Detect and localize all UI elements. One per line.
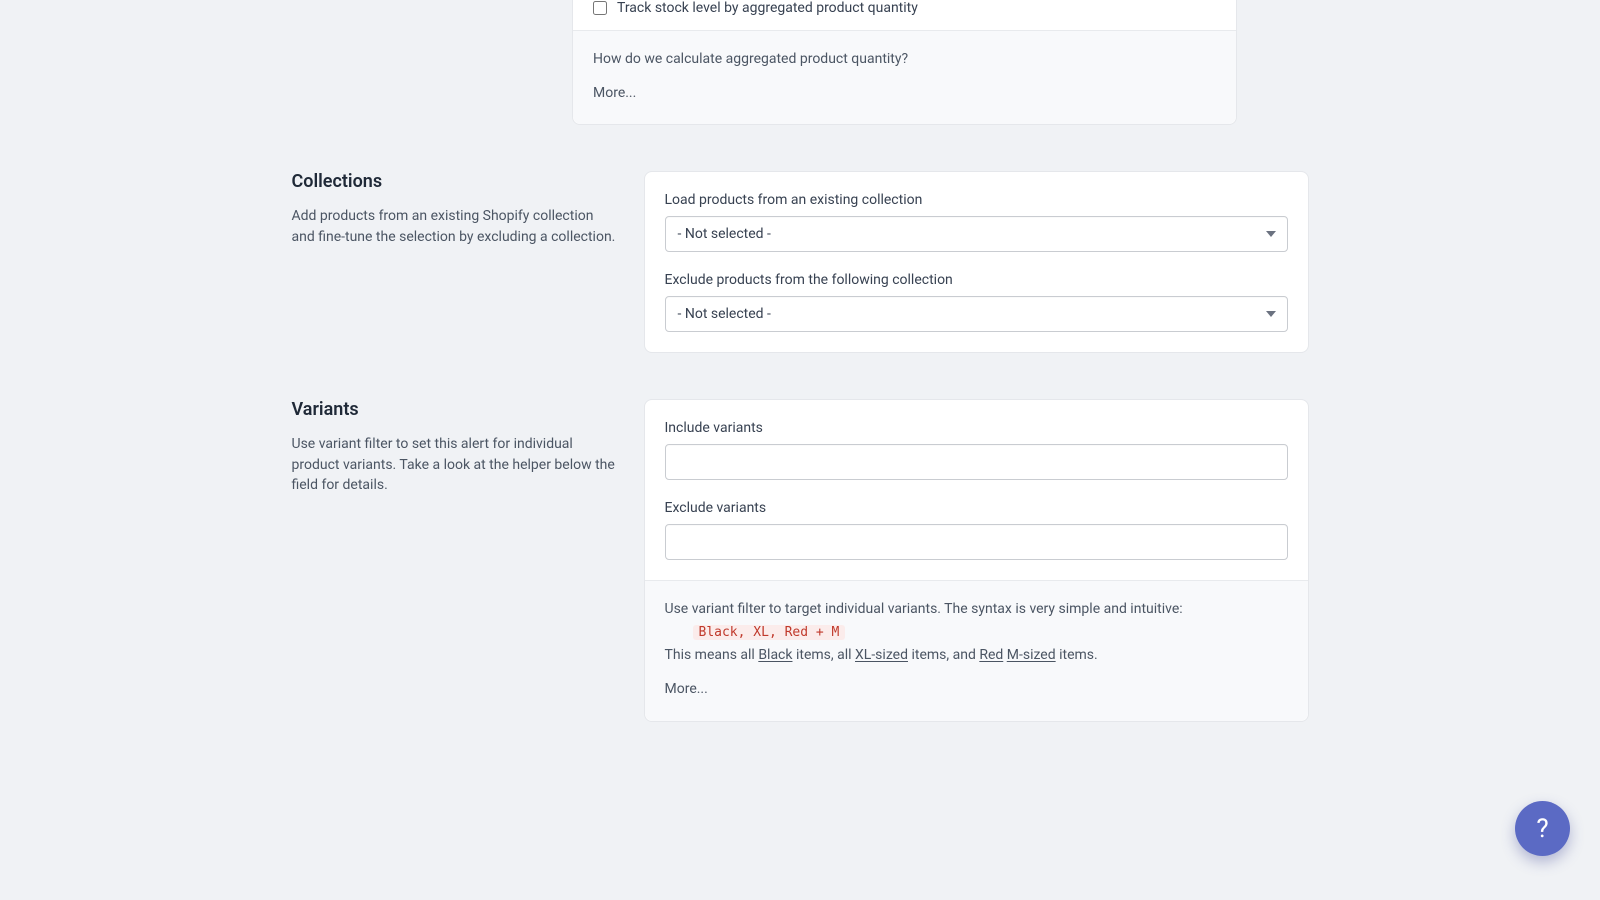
section-gap-2 xyxy=(0,353,1600,399)
stock-footer-question: How do we calculate aggregated product q… xyxy=(593,49,1216,71)
collections-description: Add products from an existing Shopify co… xyxy=(292,206,620,247)
question-icon: ? xyxy=(1536,814,1548,844)
stock-card: Track stock level by aggregated product … xyxy=(572,0,1237,125)
explain-suffix: items. xyxy=(1056,647,1098,663)
exclude-collection-select[interactable]: - Not selected - xyxy=(665,296,1288,332)
variants-section: Variants Use variant filter to set this … xyxy=(292,399,1309,721)
explain-mid2: items, and xyxy=(908,647,979,663)
term-xl: XL-sized xyxy=(855,647,908,663)
collections-heading: Collections xyxy=(292,171,620,192)
variants-description: Use variant filter to set this alert for… xyxy=(292,434,620,495)
collections-section: Collections Add products from an existin… xyxy=(292,171,1309,353)
section-gap-1 xyxy=(0,125,1600,171)
exclude-collection-label: Exclude products from the following coll… xyxy=(665,272,1288,288)
help-button[interactable]: ? xyxy=(1515,801,1570,856)
term-black: Black xyxy=(758,647,792,663)
load-collection-select-wrap: - Not selected - xyxy=(665,216,1288,252)
exclude-collection-value: - Not selected - xyxy=(678,306,771,322)
page-root: Track stock level by aggregated product … xyxy=(0,0,1600,802)
load-collection-value: - Not selected - xyxy=(678,226,771,242)
term-red: Red xyxy=(979,647,1003,663)
variants-footer-code-row: Black, XL, Red + M xyxy=(665,623,1288,643)
collections-card: Load products from an existing collectio… xyxy=(644,171,1309,353)
load-collection-label: Load products from an existing collectio… xyxy=(665,192,1288,208)
variants-footer-explain: This means all Black items, all XL-sized… xyxy=(665,645,1288,667)
exclude-variants-label: Exclude variants xyxy=(665,500,1288,516)
track-stock-checkbox[interactable] xyxy=(593,1,607,15)
stock-card-footer: How do we calculate aggregated product q… xyxy=(573,30,1236,124)
track-stock-label: Track stock level by aggregated product … xyxy=(617,0,918,16)
variants-more-link[interactable]: More... xyxy=(665,679,708,701)
variants-card: Include variants Exclude variants Use va… xyxy=(644,399,1309,721)
variants-card-footer: Use variant filter to target individual … xyxy=(645,580,1308,720)
include-variants-label: Include variants xyxy=(665,420,1288,436)
exclude-collection-select-wrap: - Not selected - xyxy=(665,296,1288,332)
variants-footer-intro: Use variant filter to target individual … xyxy=(665,599,1288,621)
collections-side: Collections Add products from an existin… xyxy=(292,171,644,353)
collections-card-body: Load products from an existing collectio… xyxy=(645,172,1308,352)
stock-more-link[interactable]: More... xyxy=(593,83,636,105)
include-variants-input[interactable] xyxy=(665,444,1288,480)
load-collection-select[interactable]: - Not selected - xyxy=(665,216,1288,252)
variants-heading: Variants xyxy=(292,399,620,420)
term-m: M-sized xyxy=(1007,647,1056,663)
track-stock-row[interactable]: Track stock level by aggregated product … xyxy=(593,0,1216,16)
variants-card-body: Include variants Exclude variants xyxy=(645,400,1308,580)
stock-card-body: Track stock level by aggregated product … xyxy=(573,0,1236,30)
explain-prefix: This means all xyxy=(665,647,759,663)
explain-mid1: items, all xyxy=(792,647,855,663)
variants-footer-code: Black, XL, Red + M xyxy=(693,625,846,640)
exclude-variants-input[interactable] xyxy=(665,524,1288,560)
variants-side: Variants Use variant filter to set this … xyxy=(292,399,644,721)
